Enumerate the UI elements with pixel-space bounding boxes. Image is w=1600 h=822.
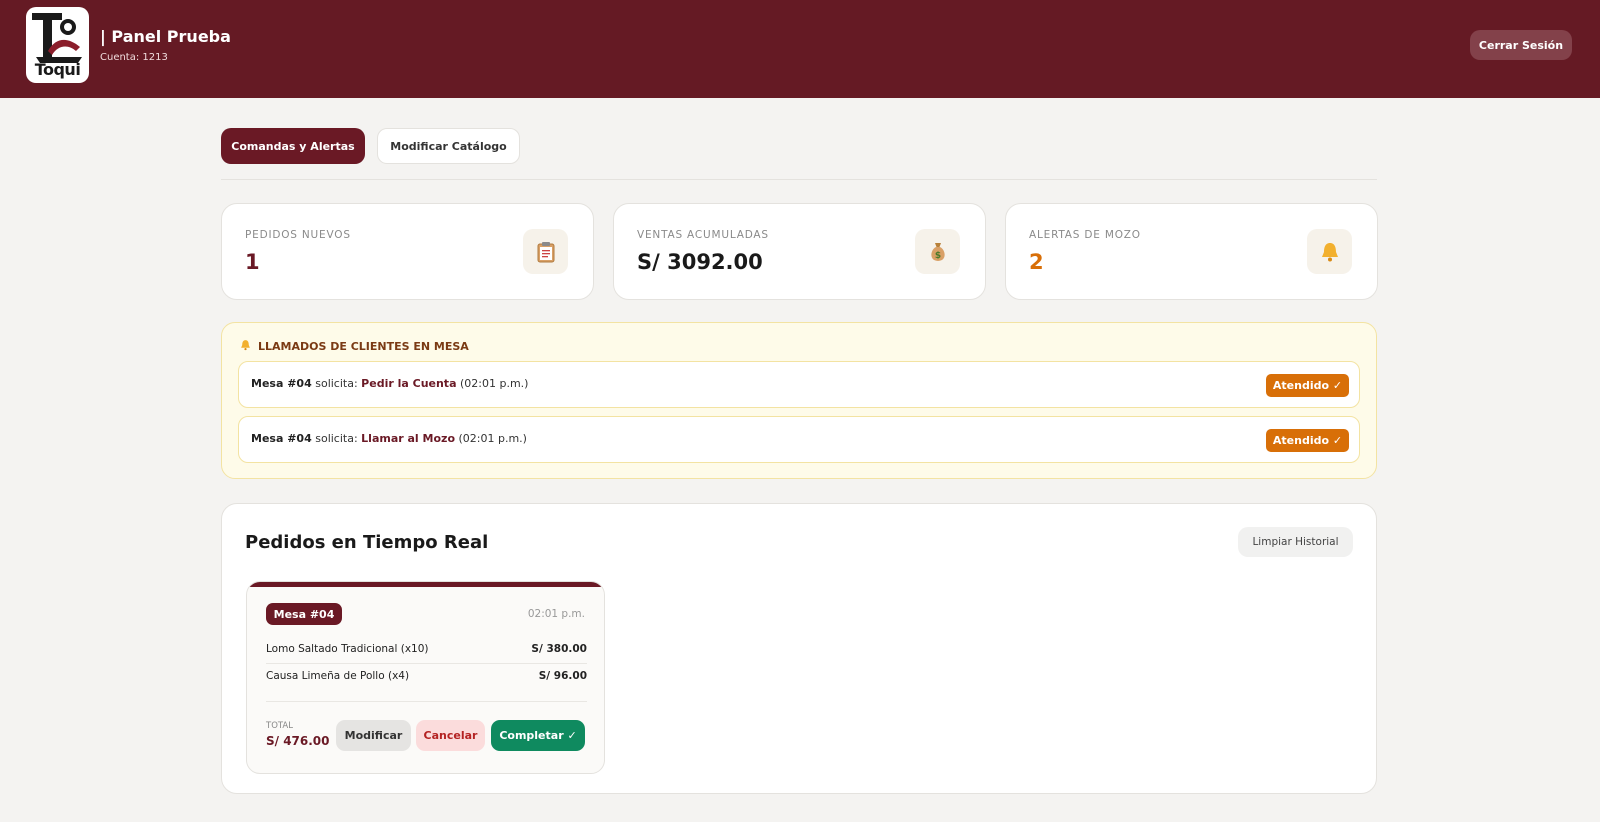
- cancel-order-button[interactable]: Cancelar: [416, 720, 485, 751]
- alert-time: (02:01 p.m.): [460, 377, 529, 390]
- tabs-divider: [221, 179, 1377, 180]
- customer-calls-panel: LLAMADOS DE CLIENTES EN MESA Mesa #04 so…: [221, 322, 1377, 479]
- logout-button[interactable]: Cerrar Sesión: [1470, 30, 1572, 60]
- attended-button[interactable]: Atendido ✓: [1266, 374, 1349, 397]
- alert-text: Mesa #04 solicita: Pedir la Cuenta (02:0…: [251, 377, 528, 390]
- item-name: Causa Limeña de Pollo (x4): [266, 670, 410, 682]
- stat-card-sales: VENTAS ACUMULADAS S/ 3092.00 $: [613, 203, 986, 300]
- realtime-orders-panel: Pedidos en Tiempo Real Limpiar Historial…: [221, 503, 1377, 794]
- order-card-accent: [247, 582, 604, 587]
- top-bar: Toqui | Panel Prueba Cuenta: 1213 Cerrar…: [0, 0, 1600, 98]
- stat-value: 1: [245, 250, 260, 274]
- item-name: Lomo Saltado Tradicional (x10): [266, 643, 429, 655]
- money-bag-icon: $: [915, 229, 960, 274]
- alert-verb: solicita:: [315, 432, 358, 445]
- bell-icon: [240, 339, 251, 354]
- stat-value: 2: [1029, 250, 1044, 274]
- item-price: S/ 96.00: [538, 670, 587, 682]
- clear-history-button[interactable]: Limpiar Historial: [1238, 527, 1353, 557]
- tab-modify-catalog[interactable]: Modificar Catálogo: [377, 128, 520, 164]
- alert-request: Llamar al Mozo: [361, 432, 455, 445]
- total-divider: [266, 701, 587, 702]
- alert-table: Mesa #04: [251, 377, 312, 390]
- alerts-title: LLAMADOS DE CLIENTES EN MESA: [258, 340, 469, 353]
- account-label: Cuenta: 1213: [100, 52, 168, 63]
- stat-card-waiter-alerts: ALERTAS DE MOZO 2: [1005, 203, 1378, 300]
- order-time: 02:01 p.m.: [527, 608, 585, 620]
- tab-orders-alerts[interactable]: Comandas y Alertas: [221, 128, 365, 164]
- logo-mark-icon: [32, 13, 82, 63]
- logo-text: Toqui: [34, 60, 81, 79]
- panel-title: | Panel Prueba: [100, 27, 231, 46]
- svg-text:$: $: [934, 251, 940, 261]
- clipboard-icon: [523, 229, 568, 274]
- modify-order-button[interactable]: Modificar: [336, 720, 411, 751]
- alert-request: Pedir la Cuenta: [361, 377, 457, 390]
- order-item: Causa Limeña de Pollo (x4) S/ 96.00: [266, 664, 587, 690]
- order-item: Lomo Saltado Tradicional (x10) S/ 380.00: [266, 637, 587, 663]
- table-badge: Mesa #04: [266, 603, 342, 625]
- attended-button[interactable]: Atendido ✓: [1266, 429, 1349, 452]
- alert-verb: solicita:: [315, 377, 358, 390]
- stat-card-new-orders: PEDIDOS NUEVOS 1: [221, 203, 594, 300]
- alert-item: Mesa #04 solicita: Pedir la Cuenta (02:0…: [238, 361, 1360, 408]
- alert-item: Mesa #04 solicita: Llamar al Mozo (02:01…: [238, 416, 1360, 463]
- alerts-header: LLAMADOS DE CLIENTES EN MESA: [240, 339, 469, 354]
- stat-label: PEDIDOS NUEVOS: [245, 229, 351, 241]
- orders-title: Pedidos en Tiempo Real: [245, 532, 489, 553]
- app-logo[interactable]: Toqui: [26, 7, 89, 83]
- bell-icon: [1307, 229, 1352, 274]
- total-label: TOTAL: [266, 721, 293, 731]
- total-value: S/ 476.00: [266, 734, 330, 748]
- stat-label: VENTAS ACUMULADAS: [637, 229, 769, 241]
- complete-order-button[interactable]: Completar ✓: [491, 720, 585, 751]
- alert-text: Mesa #04 solicita: Llamar al Mozo (02:01…: [251, 432, 527, 445]
- alert-time: (02:01 p.m.): [458, 432, 527, 445]
- item-price: S/ 380.00: [531, 643, 587, 655]
- alert-table: Mesa #04: [251, 432, 312, 445]
- stat-value: S/ 3092.00: [637, 250, 763, 274]
- order-card: Mesa #04 02:01 p.m. Lomo Saltado Tradici…: [246, 581, 605, 774]
- stat-label: ALERTAS DE MOZO: [1029, 229, 1141, 241]
